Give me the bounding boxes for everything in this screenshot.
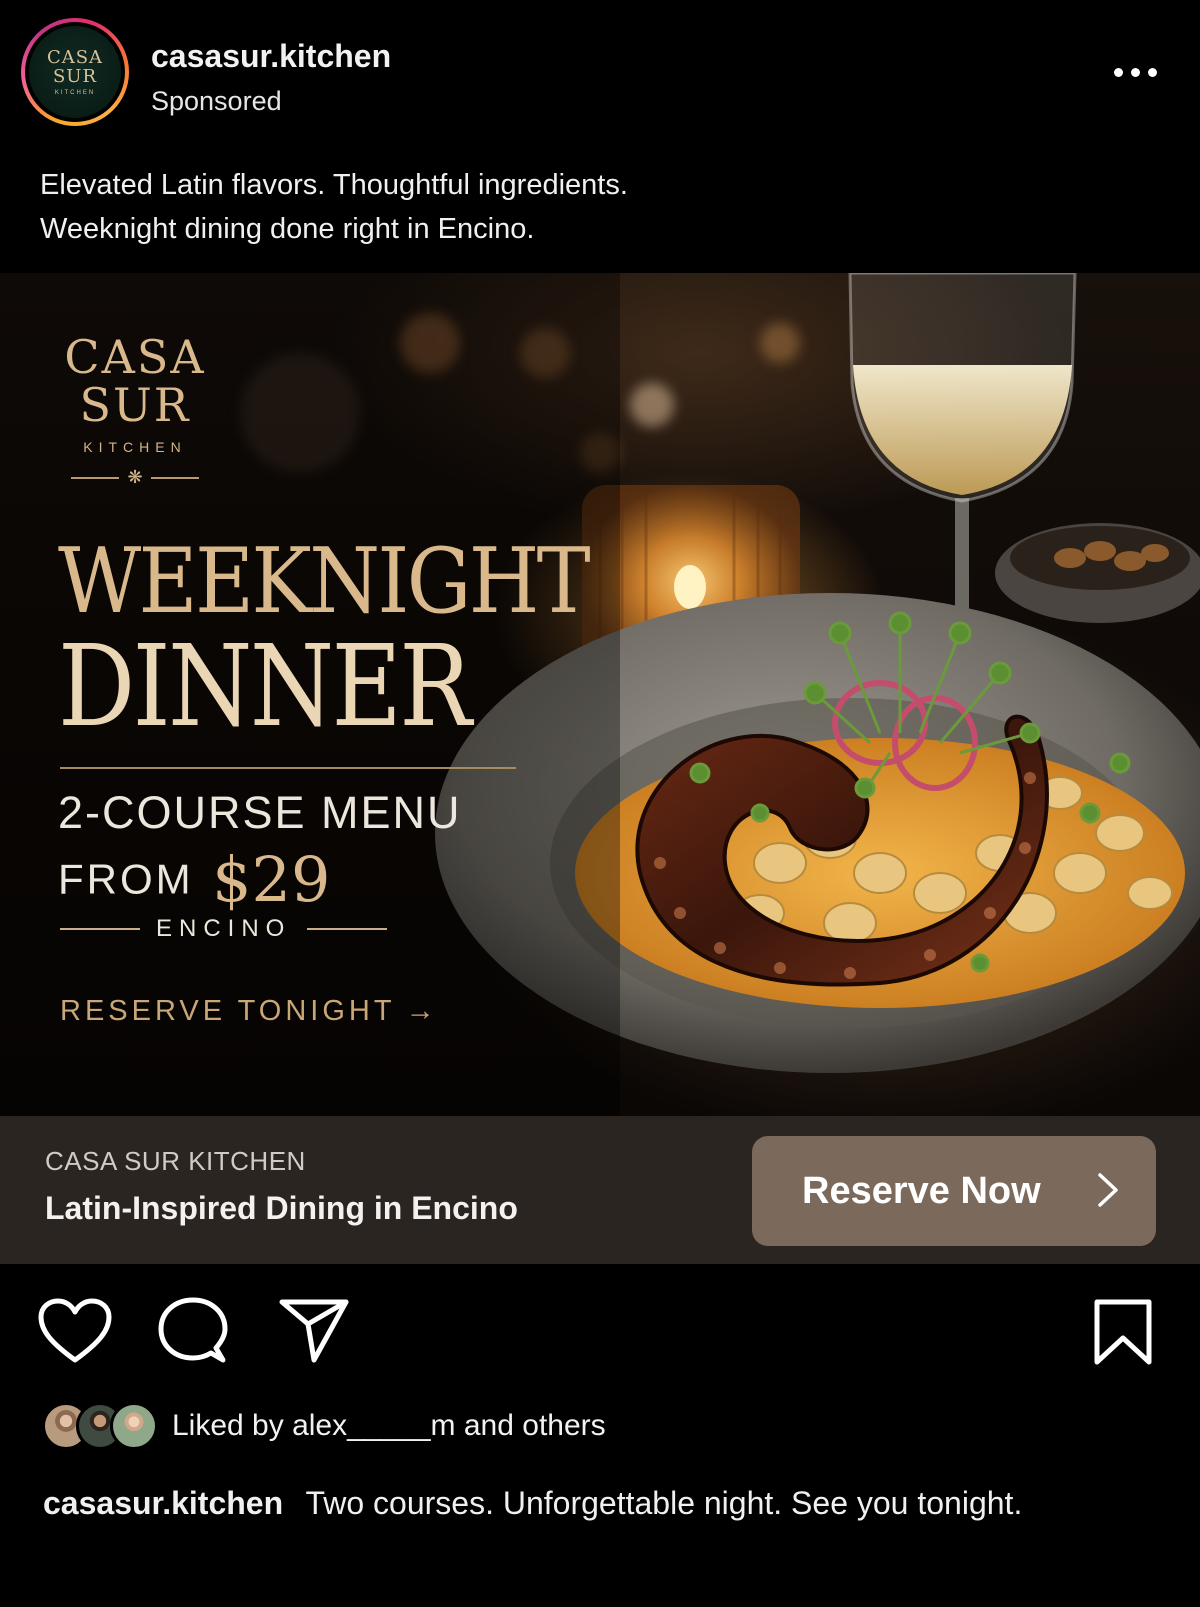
headline-dinner: DINNER — [58, 622, 472, 752]
liked-by-user[interactable]: alex_____m — [292, 1409, 455, 1442]
logo-line1: CASA — [64, 330, 206, 384]
avatar-logo-line1: CASA — [46, 47, 104, 68]
post-caption: casasur.kitchen Two courses. Unforgettab… — [43, 1478, 1063, 1528]
reserve-tonight-label: RESERVE TONIGHT — [60, 995, 396, 1027]
ad-cta-bar[interactable]: CASA SUR KITCHEN Latin-Inspired Dining i… — [0, 1116, 1200, 1264]
post-header: CASA SUR KITCHEN casasur.kitchen Sponsor… — [0, 0, 1200, 145]
price-line: FROM $29 — [58, 843, 330, 916]
ad-primary-text-line2: Weeknight dining done right in Encino. — [40, 213, 535, 245]
arrow-right-icon: → — [405, 995, 435, 1027]
avatar-logo-line2: SUR — [52, 66, 98, 87]
share-icon[interactable] — [278, 1298, 350, 1364]
ad-creative-image[interactable]: CASA SUR KITCHEN ❋ WEEKNIGHT DINNER 2-CO… — [0, 273, 1200, 1116]
ad-primary-text: Elevated Latin flavors. Thoughtful ingre… — [40, 163, 628, 251]
instagram-sponsored-post: CASA SUR KITCHEN casasur.kitchen Sponsor… — [0, 0, 1200, 1607]
price-value: $29 — [212, 843, 331, 916]
location-label: ENCINO — [156, 915, 292, 942]
likes-summary[interactable]: Liked by alex_____m and others — [42, 1402, 606, 1450]
avatar-logo-line3: KITCHEN — [54, 90, 96, 96]
logo-ornament: ❋ — [60, 467, 210, 488]
likes-suffix: and others — [455, 1409, 606, 1442]
from-label: FROM — [58, 855, 194, 903]
profile-avatar-ring[interactable]: CASA SUR KITCHEN — [21, 18, 129, 126]
more-icon[interactable] — [1114, 62, 1158, 82]
menu-offer-text: 2-COURSE MENU — [58, 787, 462, 838]
restaurant-logo: CASA SUR KITCHEN ❋ — [60, 333, 210, 488]
heart-icon[interactable] — [38, 1298, 112, 1364]
reserve-now-button[interactable]: Reserve Now — [752, 1136, 1156, 1246]
bookmark-icon[interactable] — [1093, 1298, 1153, 1366]
logo-line2: SUR — [79, 378, 191, 432]
logo-line3: KITCHEN — [83, 439, 187, 455]
divider — [60, 767, 516, 769]
reserve-tonight-link[interactable]: RESERVE TONIGHT → — [60, 995, 435, 1028]
avatar — [110, 1402, 158, 1450]
ad-primary-text-line1: Elevated Latin flavors. Thoughtful ingre… — [40, 169, 628, 201]
cta-description: Latin-Inspired Dining in Encino — [45, 1190, 518, 1226]
caption-text: Two courses. Unforgettable night. See yo… — [305, 1485, 1023, 1521]
likes-text: Liked by alex_____m and others — [172, 1409, 606, 1443]
reserve-now-label: Reserve Now — [802, 1169, 1041, 1212]
cta-brand-name: CASA SUR KITCHEN — [45, 1146, 306, 1176]
flower-icon: ❋ — [127, 467, 143, 488]
likes-prefix: Liked by — [172, 1409, 293, 1442]
avatar: CASA SUR KITCHEN — [29, 26, 121, 118]
sponsored-label: Sponsored — [151, 86, 282, 116]
comment-icon[interactable] — [158, 1296, 228, 1366]
chevron-right-icon — [1098, 1173, 1118, 1207]
headline-weeknight: WEEKNIGHT — [58, 529, 591, 634]
caption-username[interactable]: casasur.kitchen — [43, 1485, 283, 1521]
post-username[interactable]: casasur.kitchen — [151, 38, 391, 75]
location-line: ENCINO — [60, 915, 388, 943]
